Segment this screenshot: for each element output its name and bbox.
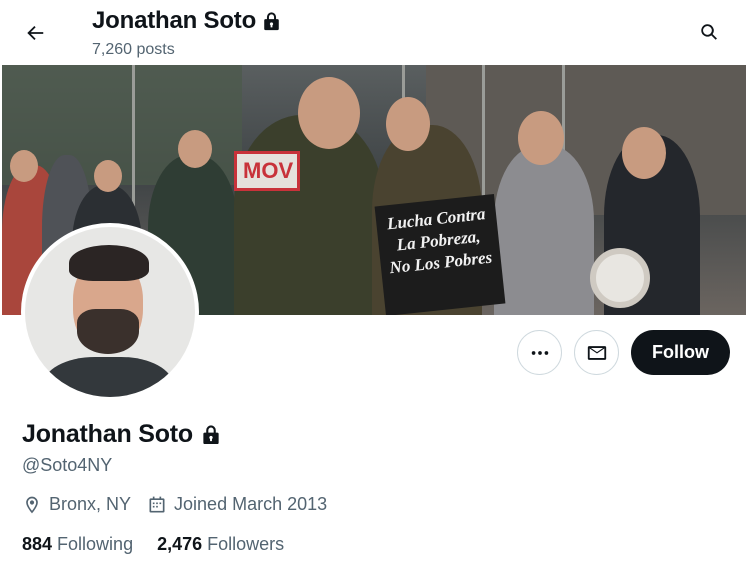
location-text: Bronx, NY: [49, 494, 132, 514]
sign-red-text: MOV: [243, 158, 294, 183]
header-name: Jonathan Soto: [92, 7, 257, 34]
joined-date: Joined March 2013: [147, 494, 327, 515]
banner-head: [298, 77, 360, 149]
banner-person: [494, 145, 594, 315]
lock-icon: [203, 425, 219, 445]
banner-head: [94, 160, 122, 192]
avatar-beard: [77, 309, 139, 354]
banner-scaffold: [482, 65, 485, 215]
back-button[interactable]: [16, 14, 54, 52]
followers-count: 2,476: [157, 534, 203, 554]
banner-protest-sign-red: MOV: [234, 151, 300, 191]
banner-head: [622, 127, 666, 179]
more-dots-icon: [531, 350, 548, 355]
follow-button[interactable]: Follow: [631, 330, 730, 375]
banner-person: [234, 115, 384, 315]
banner-protest-sign: Lucha Contra La Pobreza, No Los Pobres: [374, 194, 506, 315]
following-link[interactable]: 884 Following: [22, 534, 133, 555]
profile-handle: @Soto4NY: [22, 455, 113, 475]
envelope-icon: [587, 345, 606, 360]
arrow-left-icon: [27, 25, 44, 41]
search-button[interactable]: [690, 13, 728, 51]
joined-text: Joined March 2013: [174, 494, 328, 514]
banner-scaffold: [132, 65, 135, 215]
banner-megaphone: [590, 248, 650, 308]
avatar-shirt: [43, 357, 173, 397]
banner-head: [518, 111, 564, 165]
profile-name: Jonathan Soto: [22, 420, 221, 449]
profile-actions: Follow: [517, 330, 730, 375]
posts-count: 7,260 posts: [92, 41, 175, 58]
profile-display-name: Jonathan Soto: [22, 420, 194, 448]
followers-label: Followers: [207, 534, 285, 554]
header-title: Jonathan Soto: [92, 7, 281, 35]
avatar[interactable]: [21, 223, 199, 401]
follow-stats: 884 Following 2,476 Followers: [22, 534, 308, 555]
avatar-hair: [69, 245, 149, 281]
search-icon: [701, 24, 717, 40]
avatar-photo: [25, 227, 195, 397]
location-pin-icon: [26, 496, 38, 513]
message-button[interactable]: [574, 330, 619, 375]
following-count: 884: [22, 534, 53, 554]
banner-head: [386, 97, 430, 151]
followers-link[interactable]: 2,476 Followers: [157, 534, 284, 555]
banner-head: [178, 130, 212, 168]
lock-icon: [264, 12, 279, 31]
more-button[interactable]: [517, 330, 562, 375]
banner-head: [10, 150, 38, 182]
location: Bronx, NY: [22, 494, 131, 515]
top-bar: Jonathan Soto 7,260 posts: [0, 0, 748, 65]
following-label: Following: [57, 534, 134, 554]
profile-meta: Bronx, NY Joined March 2013: [22, 494, 343, 515]
calendar-icon: [149, 496, 165, 512]
